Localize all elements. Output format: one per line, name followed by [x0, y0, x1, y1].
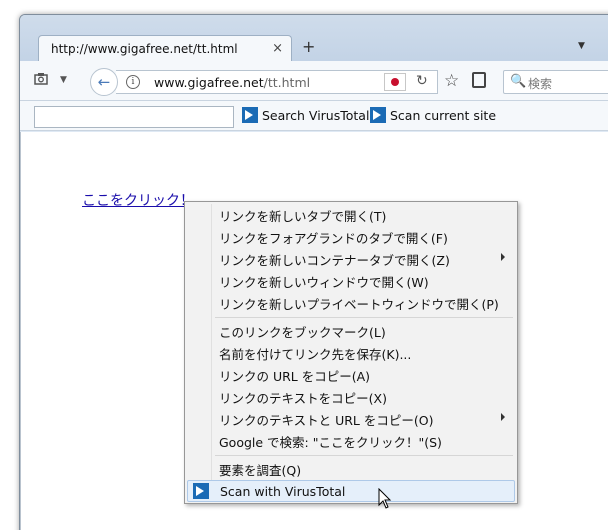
tab-strip: http://www.gigafree.net/tt.html × + ▼ [20, 15, 608, 63]
tab-active[interactable]: http://www.gigafree.net/tt.html × [38, 35, 292, 63]
url-domain: www.gigafree.net [154, 75, 264, 90]
reload-icon[interactable]: ↻ [416, 73, 428, 89]
menu-item-label: 名前を付けてリンク先を保存(K)... [219, 347, 412, 362]
menu-item-label: リンクを新しいタブで開く(T) [219, 209, 387, 224]
virustotal-logo-icon [370, 107, 386, 123]
url-bar[interactable]: i www.gigafree.net/tt.html ↻ [116, 70, 438, 94]
scan-current-site-button[interactable]: Scan current site [370, 107, 496, 127]
menu-item-label: リンクを新しいプライベートウィンドウで開く(P) [219, 297, 499, 312]
click-here-link[interactable]: ここをクリック！ [82, 190, 194, 210]
menu-item-copy-text-and-url[interactable]: リンクのテキストと URL をコピー(O) [187, 407, 515, 429]
menu-item-label: Scan with VirusTotal [220, 484, 346, 499]
menu-item-label: Google で検索: "ここをクリック！"(S) [219, 435, 442, 450]
info-icon[interactable]: i [126, 75, 140, 89]
menu-separator [215, 317, 513, 318]
menu-item-label: リンクのテキストと URL をコピー(O) [219, 413, 434, 428]
virustotal-logo-icon [193, 483, 209, 499]
bookmark-star-icon[interactable]: ☆ [444, 71, 459, 91]
menu-item-label: 要素を調査(Q) [219, 463, 302, 478]
menu-item-open-private-window[interactable]: リンクを新しいプライベートウィンドウで開く(P) [187, 291, 515, 313]
virustotal-search-input[interactable] [34, 106, 234, 128]
menu-item-open-container-tab[interactable]: リンクを新しいコンテナータブで開く(Z) [187, 247, 515, 269]
tab-list-chevron-icon[interactable]: ▼ [578, 41, 585, 51]
menu-item-label: リンクを新しいウィンドウで開く(W) [219, 275, 429, 290]
menu-separator [215, 455, 513, 456]
menu-item-save-link-as[interactable]: 名前を付けてリンク先を保存(K)... [187, 341, 515, 363]
menu-item-label: リンクの URL をコピー(A) [219, 369, 371, 384]
menu-item-label: このリンクをブックマーク(L) [219, 325, 386, 340]
search-placeholder: 検索 [528, 77, 553, 91]
menu-item-open-foreground-tab[interactable]: リンクをフォアグランドのタブで開く(F) [187, 225, 515, 247]
scan-current-site-label: Scan current site [390, 108, 497, 123]
menu-item-inspect-element[interactable]: 要素を調査(Q) [187, 457, 515, 479]
menu-item-copy-link-text[interactable]: リンクのテキストをコピー(X) [187, 385, 515, 407]
new-tab-button[interactable]: + [302, 37, 315, 56]
search-virustotal-label: Search VirusTotal [262, 108, 370, 123]
navigation-bar: ▼ i www.gigafree.net/tt.html ↻ ← ☆ 🔍 検索 [20, 61, 608, 101]
menu-item-label: リンクのテキストをコピー(X) [219, 391, 387, 406]
back-button[interactable]: ← [90, 68, 118, 96]
dropdown-chevron-icon[interactable]: ▼ [60, 75, 67, 85]
url-path: /tt.html [263, 75, 311, 90]
menu-item-bookmark-link[interactable]: このリンクをブックマーク(L) [187, 319, 515, 341]
menu-item-scan-with-virustotal[interactable]: Scan with VirusTotal [187, 480, 515, 502]
context-menu: リンクを新しいタブで開く(T) リンクをフォアグランドのタブで開く(F) リンク… [184, 201, 518, 504]
menu-item-label: リンクをフォアグランドのタブで開く(F) [219, 231, 448, 246]
tab-title: http://www.gigafree.net/tt.html [51, 42, 238, 56]
submenu-arrow-icon [501, 413, 505, 421]
japan-flag-icon[interactable] [384, 73, 406, 91]
url-text[interactable]: www.gigafree.net/tt.html [154, 75, 310, 90]
submenu-arrow-icon [501, 253, 505, 261]
menu-item-google-search[interactable]: Google で検索: "ここをクリック！"(S) [187, 429, 515, 451]
search-input[interactable]: 🔍 検索 [503, 70, 608, 94]
virustotal-toolbar: Search VirusTotal Scan current site [20, 101, 608, 131]
menu-item-copy-link-url[interactable]: リンクの URL をコピー(A) [187, 363, 515, 385]
virustotal-logo-icon [242, 107, 258, 123]
search-virustotal-button[interactable]: Search VirusTotal [242, 107, 369, 127]
close-tab-icon[interactable]: × [272, 41, 283, 56]
menu-item-open-new-tab[interactable]: リンクを新しいタブで開く(T) [187, 203, 515, 225]
menu-item-open-new-window[interactable]: リンクを新しいウィンドウで開く(W) [187, 269, 515, 291]
clipboard-icon[interactable] [472, 72, 486, 88]
menu-item-label: リンクを新しいコンテナータブで開く(Z) [219, 253, 450, 268]
camera-icon[interactable] [34, 72, 48, 89]
search-icon: 🔍 [510, 74, 527, 89]
